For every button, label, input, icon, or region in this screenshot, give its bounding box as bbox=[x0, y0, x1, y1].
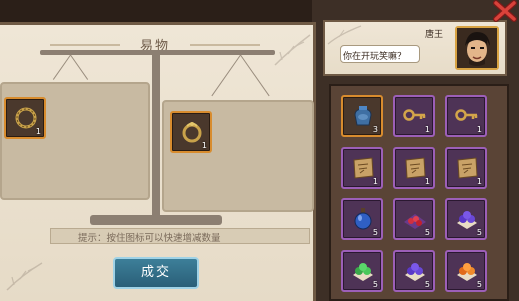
npc-name: 唐王 bbox=[425, 30, 444, 40]
close-icon[interactable] bbox=[492, 0, 518, 22]
inventory-slot[interactable]: 1 bbox=[393, 95, 435, 137]
item-count: 1 bbox=[424, 177, 430, 186]
item-count: 1 bbox=[372, 177, 378, 186]
inventory-slot[interactable]: 5 bbox=[341, 198, 383, 240]
offer-slot-right[interactable]: 1 bbox=[170, 111, 212, 153]
confirm-trade-button[interactable]: 成交 bbox=[113, 257, 199, 289]
item-count: 1 bbox=[35, 127, 41, 136]
item-count: 5 bbox=[476, 228, 482, 237]
branch-decoration-icon bbox=[274, 34, 311, 66]
inventory-slot[interactable]: 5 bbox=[445, 250, 487, 292]
inventory-slot[interactable]: 1 bbox=[445, 147, 487, 189]
item-count: 1 bbox=[201, 141, 207, 150]
item-count: 5 bbox=[476, 280, 482, 289]
npc-portrait-icon bbox=[457, 28, 497, 68]
inventory-slot[interactable]: 5 bbox=[393, 250, 435, 292]
inventory-slot[interactable]: 5 bbox=[341, 250, 383, 292]
offer-slot-left[interactable]: 1 bbox=[4, 97, 46, 139]
item-count: 1 bbox=[424, 125, 430, 134]
scale-base bbox=[90, 215, 222, 225]
title-divider bbox=[190, 44, 260, 46]
item-count: 5 bbox=[372, 280, 378, 289]
inventory-slot[interactable]: 1 bbox=[341, 147, 383, 189]
item-count: 5 bbox=[372, 228, 378, 237]
item-count: 1 bbox=[476, 125, 482, 134]
item-count: 1 bbox=[476, 177, 482, 186]
inventory-slot[interactable]: 5 bbox=[445, 198, 487, 240]
inventory-slot[interactable]: 1 bbox=[445, 95, 487, 137]
title-divider bbox=[50, 44, 120, 46]
npc-portrait bbox=[455, 26, 499, 70]
branch-decoration-icon bbox=[6, 262, 43, 291]
inventory-slot[interactable]: 3 bbox=[341, 95, 383, 137]
inventory-slot[interactable]: 1 bbox=[393, 147, 435, 189]
inventory-slot[interactable]: 5 bbox=[393, 198, 435, 240]
item-count: 5 bbox=[424, 228, 430, 237]
hint-text: 提示：按住图标可以快速增减数量 bbox=[78, 233, 221, 244]
scale-pillar bbox=[152, 50, 160, 225]
item-count: 5 bbox=[424, 280, 430, 289]
speech-text: 你在开玩笑嘛？ bbox=[343, 52, 407, 62]
item-count: 3 bbox=[372, 125, 378, 134]
